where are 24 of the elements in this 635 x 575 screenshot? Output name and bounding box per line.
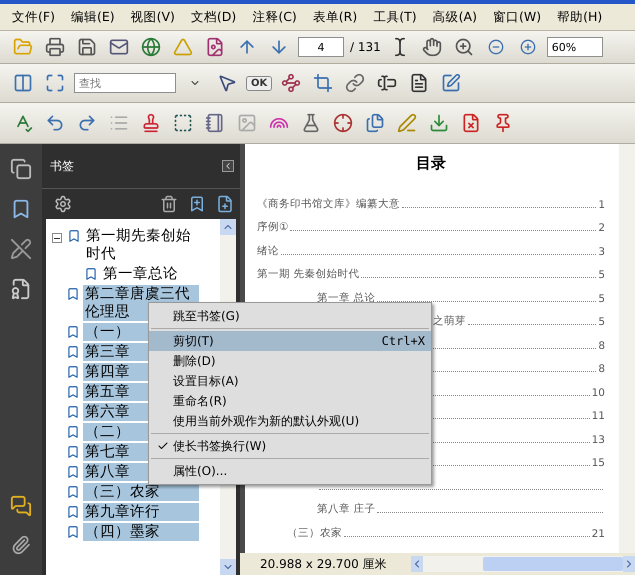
toc-entry: 绪论: [257, 244, 279, 258]
document-title: 目录: [415, 154, 447, 173]
toc-page-number: 2: [598, 222, 605, 234]
toc-page-number: 1: [598, 198, 605, 210]
panel-title: 书签: [50, 158, 74, 174]
toc-entry: 《商务印书馆文库》编纂大意: [257, 196, 400, 210]
toc-entry: 第一期 先秦创始时代: [257, 267, 360, 281]
page-size: 20.988 x 29.700 厘米: [259, 556, 388, 572]
toc-page-number: 8: [598, 363, 605, 375]
page-total: / 131: [350, 40, 381, 54]
toc-page-number: 5: [598, 269, 605, 281]
toc-page-number: 8: [598, 340, 605, 352]
toc-page-number: 5: [598, 292, 605, 304]
toc-entry: 之萌芽: [433, 314, 466, 328]
toc-page-number: 21: [592, 528, 605, 540]
toc-page-number: 13: [592, 434, 605, 446]
toc-entry: 第八章 庄子: [317, 502, 376, 516]
toc-page-number: 11: [592, 410, 605, 422]
toc-page-number: 10: [592, 386, 605, 398]
toc-entry: 序例①: [257, 220, 288, 234]
toc-page-number: 3: [598, 246, 605, 258]
toc-page-number: 15: [592, 457, 605, 469]
toc-page-number: 5: [598, 316, 605, 328]
toc-entry: （三）农家: [287, 526, 342, 540]
